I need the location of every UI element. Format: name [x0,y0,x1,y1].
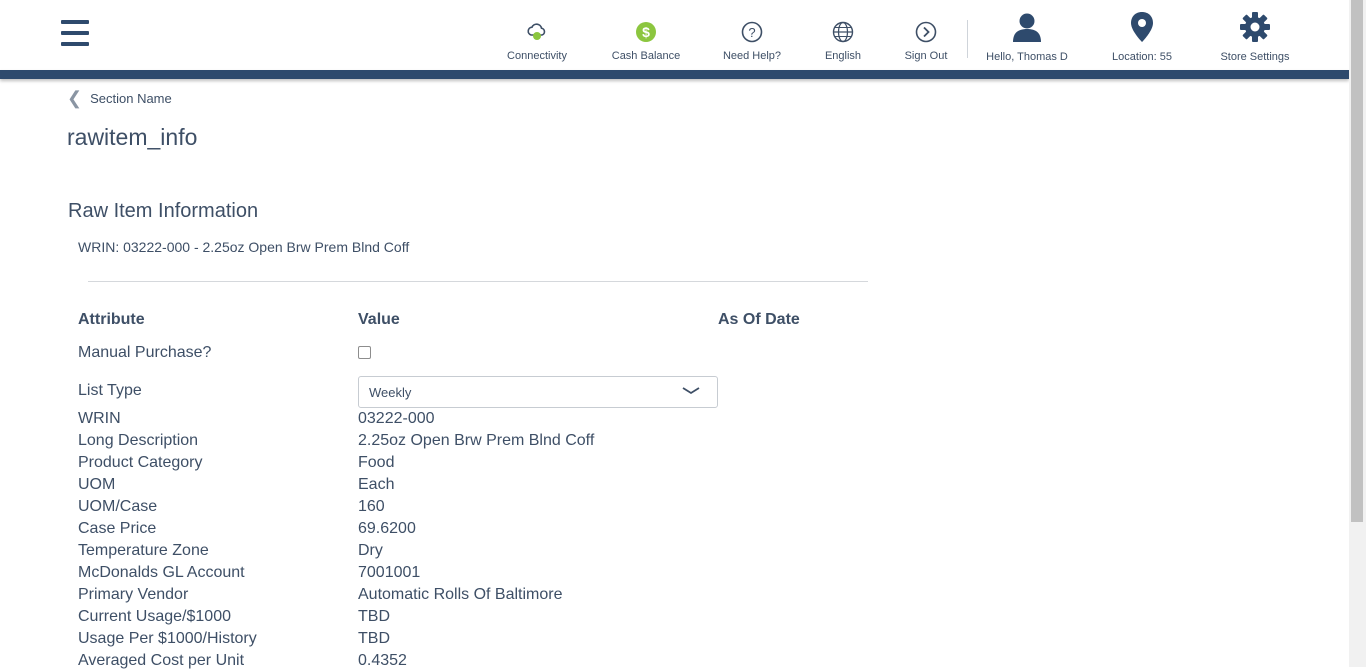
row-value: 03222-000 [358,410,435,427]
connectivity-label: Connectivity [507,50,567,62]
manual-purchase-checkbox[interactable] [358,346,371,359]
row-label: McDonalds GL Account [78,564,245,581]
row-label: Averaged Cost per Unit [78,652,245,669]
row-value: Food [358,454,395,471]
row-label: UOM/Case [78,498,158,515]
breadcrumb-label: Section Name [90,90,172,106]
row-label: Long Description [78,432,199,449]
chevron-left-icon: ❮ [67,88,83,108]
list-type-select[interactable]: Weekly [358,376,718,408]
header-as-of-date: As Of Date [718,311,800,328]
globe-icon [831,20,855,44]
list-type-label: List Type [78,382,142,399]
row-value: 160 [358,498,385,515]
row-value: Dry [358,542,383,559]
page-scrollbar[interactable] [1349,0,1366,667]
row-value: 0.4352 [358,652,407,669]
connectivity-button[interactable]: Connectivity [505,0,569,70]
row-label: Temperature Zone [78,542,209,559]
breadcrumb[interactable]: ❮ Section Name [67,89,172,107]
gear-icon [1238,10,1272,44]
row-label: Current Usage/$1000 [78,608,231,625]
language-label: English [824,50,862,62]
sign-out-button[interactable]: Sign Out [903,0,949,70]
chevron-down-icon [681,383,701,404]
sign-out-label: Sign Out [904,50,948,62]
row-value: 2.25oz Open Brw Prem Blnd Coff [358,432,595,449]
header-attribute: Attribute [78,311,145,328]
need-help-button[interactable]: ? Need Help? [721,0,783,70]
need-help-label: Need Help? [722,50,782,62]
map-pin-icon [1125,10,1159,44]
store-settings-label: Store Settings [1220,51,1290,63]
row-value: 7001001 [358,564,421,581]
row-value: TBD [358,608,390,625]
row-value: 69.6200 [358,520,416,537]
header-divider [967,20,968,58]
page-title: rawitem_info [67,124,198,150]
language-button[interactable]: English [821,0,865,70]
top-header: Connectivity $ Cash Balance ? Need Help? [0,0,1349,70]
dollar-icon: $ [634,20,658,44]
manual-purchase-label: Manual Purchase? [78,344,212,361]
user-greeting-label: Hello, Thomas D [986,51,1068,63]
menu-icon[interactable] [61,20,89,46]
row-label: Case Price [78,520,157,537]
header-accent-bar [0,70,1349,79]
section-divider [88,281,868,282]
row-value: Each [358,476,395,493]
row-label: WRIN [78,410,121,427]
row-value: Automatic Rolls Of Baltimore [358,586,563,603]
store-settings-button[interactable]: Store Settings [1219,0,1291,70]
svg-text:?: ? [748,25,755,40]
list-type-selected: Weekly [369,385,412,400]
cloud-connectivity-icon [525,20,549,44]
cash-balance-button[interactable]: $ Cash Balance [610,0,682,70]
chevron-right-circle-icon [914,20,938,44]
location-label: Location: 55 [1112,51,1172,63]
user-icon [1010,10,1044,44]
section-title: Raw Item Information [68,200,259,222]
wrin-summary: WRIN: 03222-000 - 2.25oz Open Brw Prem B… [78,239,410,255]
user-profile-button[interactable]: Hello, Thomas D [984,0,1070,70]
location-button[interactable]: Location: 55 [1110,0,1174,70]
header-value: Value [358,311,400,328]
svg-text:$: $ [642,24,650,40]
row-value: TBD [358,630,390,647]
row-label: UOM [78,476,116,493]
help-icon: ? [740,20,764,44]
row-label: Primary Vendor [78,586,189,603]
row-label: Product Category [78,454,203,471]
cash-balance-label: Cash Balance [611,50,681,62]
row-label: Usage Per $1000/History [78,630,257,647]
scrollbar-thumb[interactable] [1351,0,1363,522]
